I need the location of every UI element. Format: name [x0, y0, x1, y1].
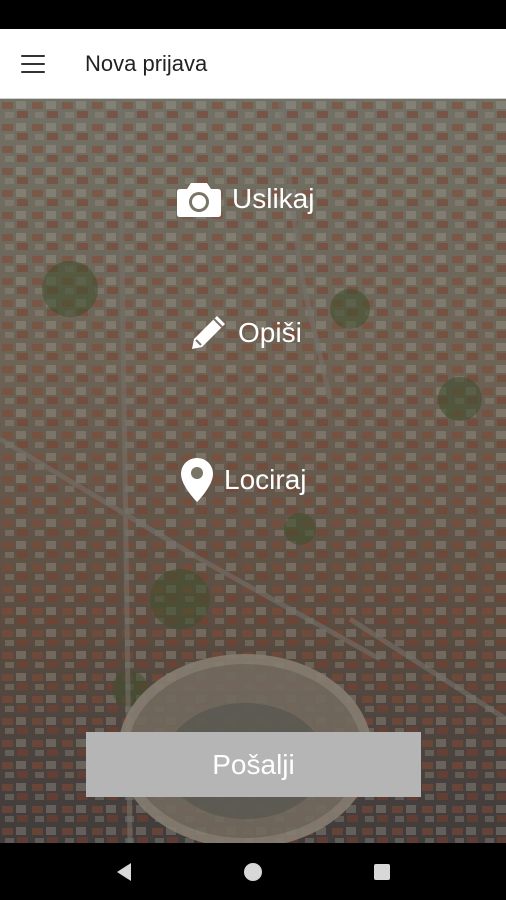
capture-photo-action[interactable]: Uslikaj	[176, 179, 314, 219]
hamburger-menu-icon[interactable]	[21, 54, 45, 73]
describe-label: Opiši	[238, 317, 302, 348]
camera-icon	[177, 183, 221, 217]
navigation-bar	[0, 843, 506, 900]
app-bar: Nova prijava	[0, 29, 506, 99]
back-triangle-icon[interactable]	[104, 852, 144, 892]
pencil-icon	[192, 316, 225, 349]
send-button[interactable]: Pošalji	[86, 732, 421, 797]
recents-square-icon[interactable]	[362, 852, 402, 892]
capture-label: Uslikaj	[232, 183, 315, 214]
location-pin-icon	[181, 458, 213, 502]
locate-label: Lociraj	[224, 464, 307, 495]
locate-action[interactable]: Lociraj	[180, 457, 306, 503]
page-title: Nova prijava	[85, 50, 208, 76]
home-circle-icon[interactable]	[233, 852, 273, 892]
status-bar	[0, 0, 506, 29]
describe-action[interactable]: Opiši	[188, 313, 302, 353]
aerial-city-background: Uslikaj Opiši Lociraj Pošalji	[0, 99, 506, 843]
